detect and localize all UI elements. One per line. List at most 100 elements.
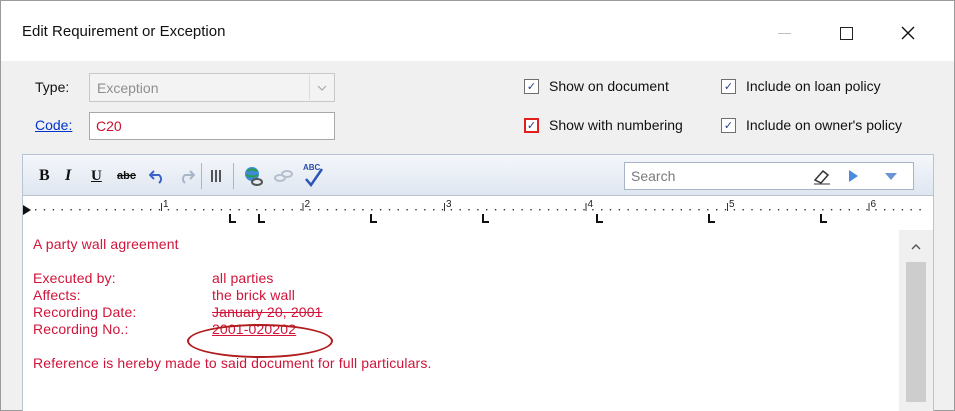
ruler-tick <box>150 209 152 211</box>
search-input[interactable] <box>625 163 805 189</box>
ruler-tick <box>35 209 37 211</box>
vertical-scrollbar[interactable] <box>899 230 933 411</box>
ruler-number: 6 <box>871 199 877 210</box>
ruler-tick <box>707 209 709 211</box>
tab-stop-icon[interactable] <box>482 214 489 223</box>
window-title: Edit Requirement or Exception <box>22 23 226 40</box>
close-button[interactable] <box>885 15 931 51</box>
redo-icon <box>182 170 195 184</box>
ruler-tick <box>910 209 912 211</box>
ruler-tick <box>300 209 302 211</box>
tab-stop-icon[interactable] <box>596 214 603 223</box>
ruler-tick <box>264 209 267 211</box>
chevron-down-icon <box>885 172 897 180</box>
undo-button[interactable] <box>149 165 167 187</box>
ruler-number: 3 <box>446 199 452 210</box>
ruler-tick <box>203 209 205 211</box>
ruler-inch-tick <box>161 203 162 211</box>
toolbar-separator <box>233 163 234 189</box>
strikethrough-button[interactable]: abc <box>117 165 136 187</box>
rich-text-editor[interactable]: A party wall agreement Executed by: all … <box>22 230 934 411</box>
tab-stop-icon[interactable] <box>229 214 236 223</box>
ruler-number: 5 <box>729 199 735 210</box>
ruler-tick <box>273 209 276 211</box>
ruler-tick <box>654 209 656 211</box>
ruler-tick <box>901 209 904 211</box>
type-label: Type: <box>35 79 70 95</box>
clear-search-button[interactable] <box>809 166 835 186</box>
ruler-tick <box>760 209 762 211</box>
ruler-tick <box>220 209 223 211</box>
show-with-numbering-label: Show with numbering <box>549 117 683 133</box>
maximize-button[interactable] <box>823 15 869 51</box>
checkbox-checked-icon: ✓ <box>721 117 736 133</box>
ruler-tick <box>96 209 99 211</box>
show-with-numbering-checkbox[interactable]: ✓ Show with numbering <box>524 117 683 133</box>
scroll-thumb[interactable] <box>906 262 926 402</box>
type-select-value: Exception <box>97 80 159 96</box>
ruler-tick <box>609 209 612 211</box>
list-icon <box>211 170 221 182</box>
code-link[interactable]: Code: <box>35 117 72 133</box>
ruler-tick <box>671 209 674 211</box>
ruler-tick <box>424 209 426 211</box>
checkbox-checked-icon: ✓ <box>524 78 539 94</box>
underline-button[interactable]: U <box>91 165 102 187</box>
ruler-number: 4 <box>588 199 594 210</box>
ruler-tick <box>326 209 329 211</box>
ruler-tick <box>61 209 63 211</box>
ruler-tick <box>176 209 178 211</box>
tab-stop-icon[interactable] <box>708 214 715 223</box>
ruler-tick <box>583 209 585 211</box>
minimize-button[interactable] <box>761 15 807 51</box>
type-select[interactable]: Exception <box>89 73 335 102</box>
field-label: Affects: <box>33 287 81 303</box>
ruler-inch-tick <box>585 203 587 211</box>
ruler-tick <box>158 209 161 211</box>
ruler-tick <box>441 209 444 211</box>
ruler-tick <box>141 209 143 211</box>
list-button[interactable] <box>208 165 226 187</box>
field-value: all parties <box>212 270 274 286</box>
tab-stop-icon[interactable] <box>370 214 377 223</box>
ruler-tick <box>698 209 700 211</box>
ruler-tick <box>132 209 134 211</box>
maximize-icon <box>839 26 853 40</box>
chevron-up-icon <box>911 244 921 250</box>
ruler-tick <box>344 209 346 211</box>
document-field-row: Recording No.: 2001-020202 <box>33 321 893 338</box>
italic-button[interactable]: I <box>65 165 71 187</box>
spell-check-button[interactable]: ABC <box>303 163 325 187</box>
ruler-tick <box>839 209 842 211</box>
tab-stop-icon[interactable] <box>820 214 827 223</box>
code-input[interactable] <box>90 113 334 139</box>
remove-link-button[interactable] <box>271 165 295 187</box>
search-go-button[interactable] <box>839 166 867 186</box>
show-on-document-checkbox[interactable]: ✓ Show on document <box>524 78 669 94</box>
include-on-loan-policy-checkbox[interactable]: ✓ Include on loan policy <box>721 78 881 94</box>
ruler-tick <box>636 209 638 211</box>
ruler-tick <box>680 209 682 211</box>
bold-button[interactable]: B <box>39 165 50 187</box>
ruler[interactable]: 1 2 3 4 5 6 <box>22 196 934 230</box>
ruler-inch-tick <box>444 203 445 211</box>
ruler-tick <box>521 209 523 211</box>
document-field-row: Recording Date: January 20, 2001 <box>33 304 893 321</box>
ruler-number: 1 <box>163 199 169 210</box>
scroll-up-button[interactable] <box>899 236 933 258</box>
ruler-tick <box>371 209 373 211</box>
insert-link-button[interactable] <box>241 165 267 187</box>
annotation-circle <box>187 324 333 358</box>
ruler-tick <box>247 209 249 211</box>
document-footer: Reference is hereby made to said documen… <box>33 355 432 371</box>
tab-stop-icon[interactable] <box>258 214 265 223</box>
include-on-owners-policy-checkbox[interactable]: ✓ Include on owner's policy <box>721 117 902 133</box>
ruler-tick <box>194 209 196 211</box>
ruler-tick <box>804 209 806 211</box>
search-options-button[interactable] <box>871 165 911 187</box>
ruler-tick <box>406 209 408 211</box>
ruler-tick <box>123 209 125 211</box>
field-label: Recording Date: <box>33 304 137 320</box>
redo-button[interactable] <box>177 165 195 187</box>
ruler-tick <box>539 209 541 211</box>
